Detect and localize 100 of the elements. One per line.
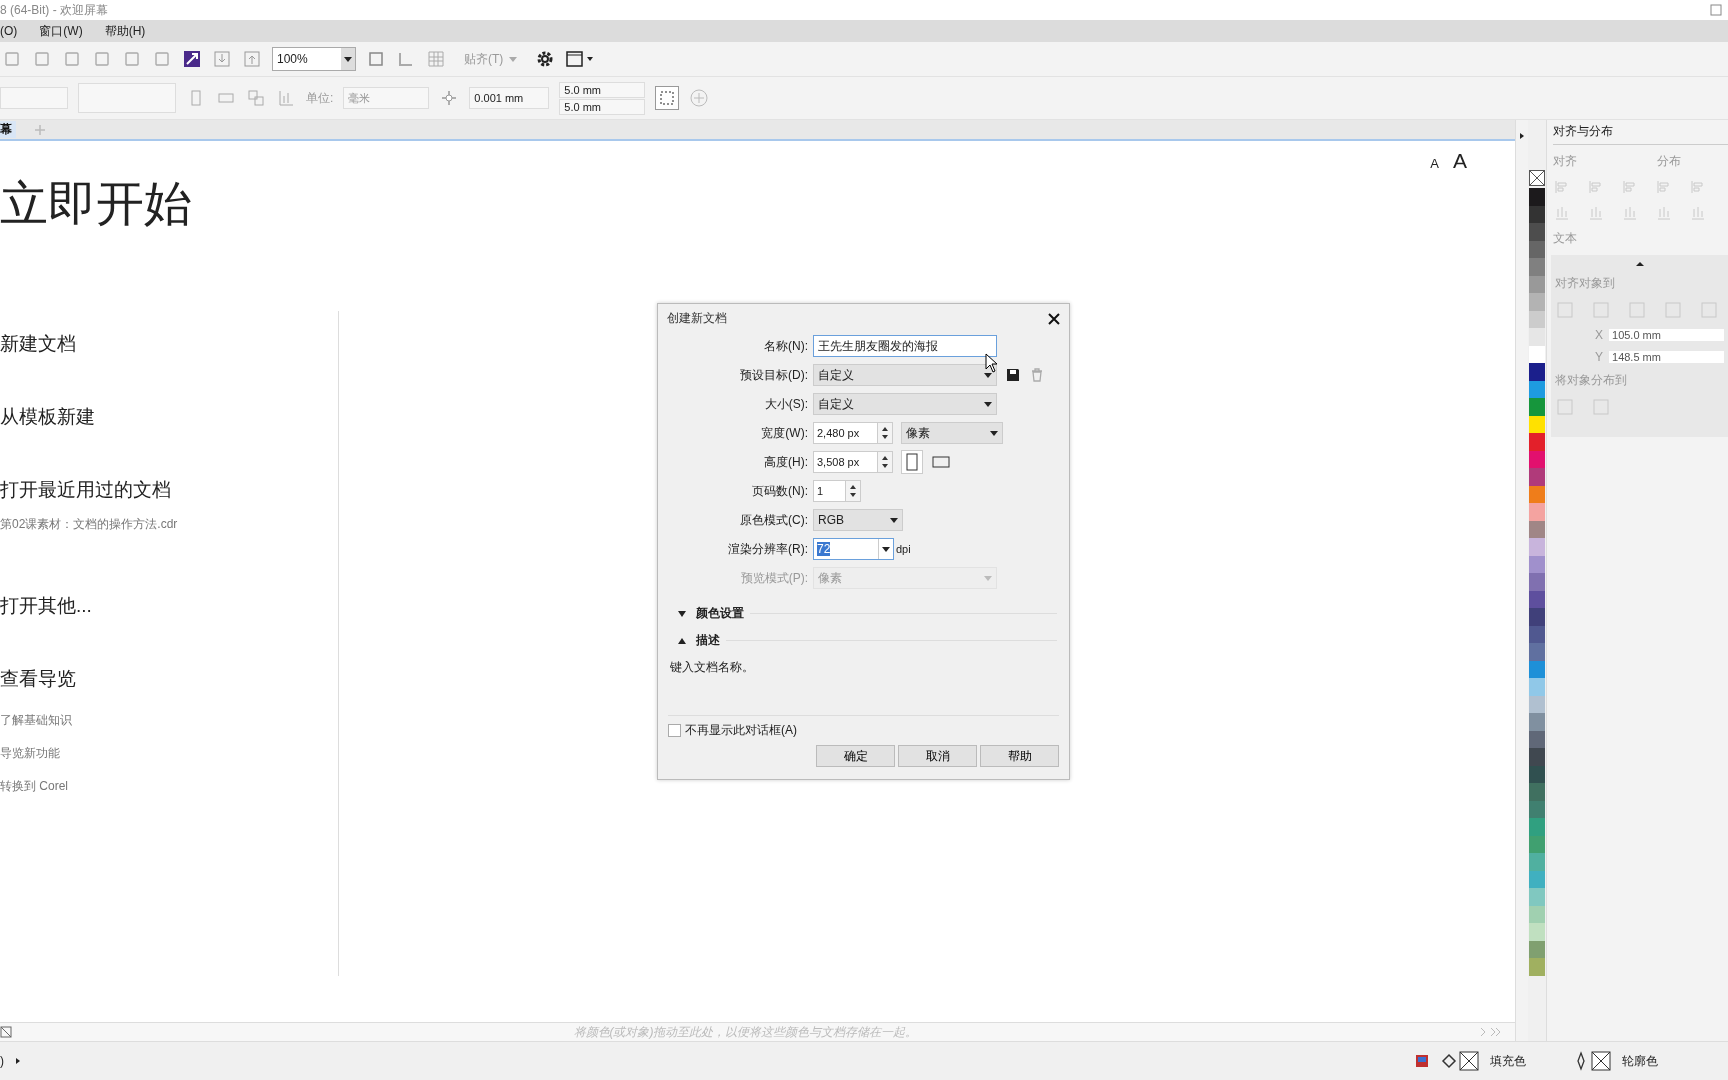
no-fill-swatch[interactable] (1529, 170, 1545, 186)
dialog-button[interactable]: 帮助 (980, 745, 1059, 767)
align-target-icon[interactable] (1591, 300, 1611, 320)
text-size-button[interactable]: A (1453, 149, 1467, 173)
color-swatch[interactable] (1529, 398, 1545, 416)
color-swatch[interactable] (1529, 363, 1545, 381)
color-swatch[interactable] (1529, 468, 1545, 486)
collapse-icon (678, 637, 686, 644)
color-swatch[interactable] (1529, 923, 1545, 941)
portrait-icon[interactable] (901, 450, 923, 474)
import-icon[interactable] (212, 49, 232, 69)
spin-field[interactable]: 3,508 px (813, 451, 893, 473)
expand-icon[interactable] (1518, 132, 1526, 140)
color-swatch[interactable] (1529, 958, 1545, 976)
distribute-target-icon[interactable] (1555, 397, 1575, 417)
duplicate-y-field[interactable]: 5.0 mm (559, 98, 646, 115)
color-swatch[interactable] (1529, 608, 1545, 626)
x-field[interactable]: 105.0 mm (1609, 329, 1724, 341)
caret-icon (890, 517, 898, 523)
spin-field[interactable]: 1 (813, 480, 861, 502)
color-swatch[interactable] (1529, 538, 1545, 556)
text-size-button[interactable]: A (1430, 156, 1439, 171)
field-label: 名称(N): (763, 337, 808, 355)
color-swatch[interactable] (1529, 853, 1545, 871)
welcome-action-link[interactable]: 打开最近用过的文档 (0, 476, 171, 503)
tour-link[interactable]: 导览新功能 (0, 744, 60, 762)
color-swatch[interactable] (1529, 573, 1545, 591)
close-icon[interactable] (1047, 311, 1061, 326)
pages-icon[interactable] (246, 88, 266, 108)
duplicate-x-field[interactable]: 5.0 mm (559, 81, 646, 98)
recent-file-link[interactable]: 第02课素材：文档的操作方法.cdr (0, 515, 178, 533)
color-swatch[interactable] (1529, 223, 1545, 241)
color-swatch[interactable] (1529, 748, 1545, 766)
color-swatch[interactable] (1529, 643, 1545, 661)
landscape-icon[interactable] (931, 455, 951, 469)
color-swatch[interactable] (1529, 188, 1545, 206)
welcome-action-link[interactable]: 查看导览 (0, 665, 76, 692)
tour-link[interactable]: 了解基础知识 (0, 711, 72, 729)
color-swatch[interactable] (1529, 258, 1545, 276)
color-swatch[interactable] (1529, 818, 1545, 836)
collapse-icon[interactable] (1634, 261, 1645, 267)
cursor-icon (985, 353, 999, 373)
window-control-icon[interactable] (1710, 4, 1722, 16)
dropdown[interactable]: 自定义 (813, 364, 997, 386)
selection-icon[interactable] (655, 86, 680, 110)
color-swatch[interactable] (1529, 328, 1545, 346)
color-swatch[interactable] (1529, 888, 1545, 906)
nudge-field[interactable]: 0.001 mm (469, 87, 550, 109)
welcome-action-link[interactable]: 打开其他... (0, 592, 92, 619)
chart-icon[interactable] (276, 88, 296, 108)
distribute-target-icon[interactable] (1591, 397, 1611, 417)
zoom-dropdown[interactable]: 100% (272, 47, 356, 71)
color-swatch[interactable] (1529, 678, 1545, 696)
dialog-button[interactable]: 取消 (898, 745, 977, 767)
color-swatch[interactable] (1529, 433, 1545, 451)
save-icon[interactable] (1005, 367, 1021, 383)
export-icon[interactable] (242, 49, 262, 69)
welcome-action-link[interactable]: 从模板新建 (0, 403, 95, 430)
color-swatch[interactable] (1529, 783, 1545, 801)
tour-link[interactable]: 转换到 Corel (0, 777, 68, 795)
y-field[interactable]: 148.5 mm (1609, 351, 1724, 363)
color-swatch[interactable] (1529, 503, 1545, 521)
align-target-icon[interactable] (1555, 300, 1575, 320)
section-header[interactable]: 颜色设置 (678, 605, 1057, 622)
dialog-button[interactable]: 确定 (816, 745, 895, 767)
spin-field[interactable]: 2,480 px (813, 422, 893, 444)
checkbox[interactable] (668, 724, 681, 737)
color-mode-dropdown[interactable]: RGB (813, 509, 903, 531)
welcome-action-link[interactable]: 新建文档 (0, 330, 76, 357)
dropdown[interactable]: 自定义 (813, 393, 997, 415)
description-text: 键入文档名称。 (669, 659, 755, 676)
launcher-icon[interactable] (182, 49, 202, 69)
add-icon[interactable] (689, 88, 710, 108)
align-target-icon[interactable] (1627, 300, 1647, 320)
color-swatch[interactable] (1529, 713, 1545, 731)
grid-icon[interactable] (426, 49, 446, 69)
unit-dropdown[interactable]: 像素 (901, 422, 1003, 444)
color-manager-icon[interactable] (1414, 1053, 1430, 1069)
color-swatch[interactable] (1529, 293, 1545, 311)
dialog-title: 创建新文档 (667, 310, 727, 327)
align-target-icon[interactable] (1699, 300, 1719, 320)
play-icon[interactable] (14, 1057, 22, 1065)
spin-arrows-icon[interactable] (877, 452, 892, 472)
object-dropdown[interactable] (0, 87, 68, 109)
name-field[interactable]: 王先生朋友圈发的海报 (813, 335, 997, 357)
spin-arrows-icon[interactable] (877, 423, 892, 443)
section-header[interactable]: 描述 (678, 632, 1057, 649)
size-field[interactable] (78, 83, 176, 113)
document-tab[interactable]: 幕 (0, 121, 16, 138)
delete-icon[interactable] (1029, 367, 1045, 383)
checkbox-label: 不再显示此对话框(A) (685, 722, 797, 739)
menu-item[interactable]: 帮助(H) (104, 22, 146, 40)
field-label: 页码数(N): (751, 482, 808, 500)
menu-item[interactable]: (O) (0, 24, 18, 38)
spin-arrows-icon[interactable] (845, 481, 860, 501)
launch-icon[interactable] (565, 49, 596, 69)
menu-item[interactable]: 窗口(W) (39, 22, 83, 40)
field-label: 原色模式(C): (739, 511, 808, 529)
resolution-combo[interactable]: 72 (813, 538, 894, 560)
align-target-icon[interactable] (1663, 300, 1683, 320)
